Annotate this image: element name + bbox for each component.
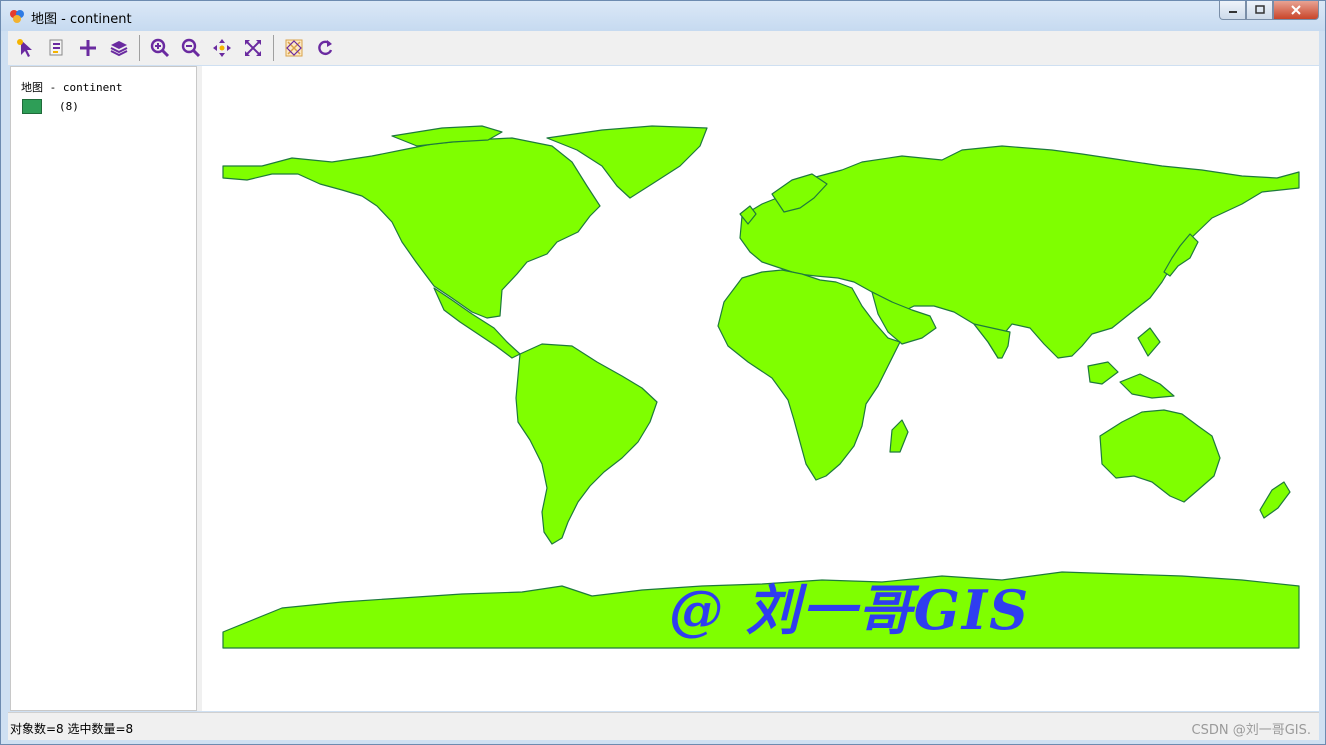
refresh-icon xyxy=(318,40,333,56)
australia-shape xyxy=(1099,409,1221,503)
zoom-out-icon xyxy=(181,38,201,58)
pan-icon xyxy=(213,39,231,57)
south-america-shape xyxy=(515,343,658,545)
add-layer-button[interactable] xyxy=(74,34,102,62)
full-extent-button[interactable] xyxy=(239,34,267,62)
zoom-in-button[interactable] xyxy=(146,34,174,62)
identify-icon xyxy=(49,39,63,56)
status-text: 对象数=8 选中数量=8 xyxy=(10,722,134,736)
layers-button[interactable] xyxy=(105,34,133,62)
window-title: 地图 - continent xyxy=(31,12,132,27)
add-plus-icon xyxy=(80,40,96,56)
toolbar-separator xyxy=(273,35,274,61)
toolbar-separator xyxy=(139,35,140,61)
legend-panel: 地图 - continent (8) xyxy=(10,66,197,711)
close-button[interactable] xyxy=(1273,1,1319,20)
legend-feature-count: (8) xyxy=(59,100,79,113)
maximize-button[interactable] xyxy=(1246,1,1273,20)
new-zealand-shape xyxy=(1259,481,1291,519)
madagascar-shape xyxy=(889,419,909,453)
maximize-icon xyxy=(1254,5,1265,14)
full-extent-icon xyxy=(245,40,261,56)
africa-shape xyxy=(717,269,901,481)
zoom-in-icon xyxy=(150,38,170,58)
app-icon xyxy=(9,8,25,24)
select-arrow-icon xyxy=(17,39,32,57)
clear-selection-icon xyxy=(285,39,303,57)
identify-tool-button[interactable] xyxy=(43,34,71,62)
select-tool-button[interactable] xyxy=(12,34,40,62)
north-america-shape xyxy=(222,137,601,319)
refresh-button[interactable] xyxy=(311,34,339,62)
title-bar[interactable]: 地图 - continent xyxy=(1,1,1325,31)
minimize-button[interactable] xyxy=(1219,1,1246,20)
close-icon xyxy=(1291,5,1301,15)
status-bar: 对象数=8 选中数量=8 CSDN @刘一哥GIS. xyxy=(8,712,1319,740)
layers-icon xyxy=(110,41,128,57)
legend-color-swatch[interactable] xyxy=(22,99,42,114)
pan-button[interactable] xyxy=(208,34,236,62)
clear-selection-button[interactable] xyxy=(280,34,308,62)
credit-text: CSDN @刘一哥GIS. xyxy=(1191,723,1312,738)
watermark-text: @ 刘一哥GIS xyxy=(669,578,1031,642)
minimize-icon xyxy=(1228,11,1237,13)
map-toolbar xyxy=(8,31,1319,65)
zoom-out-button[interactable] xyxy=(177,34,205,62)
app-window: 地图 - continent 地图 - continent (8) @ 刘一哥G… xyxy=(0,0,1326,745)
window-controls xyxy=(1219,1,1319,21)
legend-layer-title: 地图 - continent xyxy=(21,81,123,94)
southeast-asia-islands xyxy=(1087,327,1175,399)
